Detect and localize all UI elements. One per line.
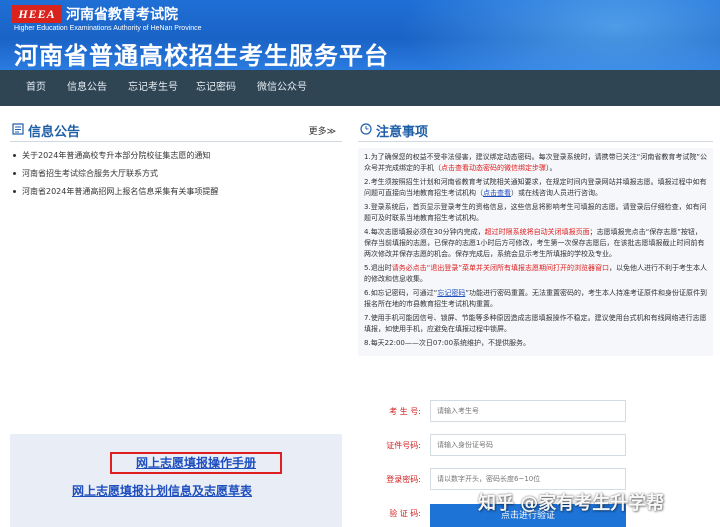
id-number-input[interactable]	[430, 434, 626, 456]
bullet-icon	[13, 190, 16, 193]
site-header: HEEA 河南省教育考试院 Higher Education Examinati…	[0, 0, 720, 70]
list-item: 3.登录系统后，首页显示登录考生的资格信息，这些信息将影响考生可填报的志愿。请登…	[364, 202, 707, 224]
notice-number: 6.	[364, 289, 371, 297]
wechat-binding-link[interactable]: 点击查看动态密码的微信绑定步骤	[441, 164, 546, 172]
nav-home[interactable]: 首页	[26, 70, 46, 106]
notice-title: 注意事项	[376, 125, 429, 140]
bullet-icon	[13, 172, 16, 175]
notice-text: 每次志愿填报必须在30分钟内完成，	[370, 228, 485, 236]
institution-name-en: Higher Education Examinations Authority …	[14, 25, 202, 32]
notice-text: 每天22:00——次日07:00系统维护，不提供服务。	[370, 339, 531, 347]
operation-manual-link[interactable]: 网上志愿填报操作手册	[110, 452, 282, 474]
candidate-number-row: 考 生 号:	[358, 396, 713, 430]
list-item: 7.使用手机可能因信号、锁屏、节能等多种原因造成志愿填报操作不稳定。建议使用台式…	[364, 313, 707, 335]
nav-wechat-account[interactable]: 微信公众号	[257, 70, 307, 106]
notice-header: 注意事项	[358, 120, 713, 142]
list-item: 1.为了确保您的权益不受非法侵害，建议绑定动态密码。每次登录系统时，请携带已关注…	[364, 152, 707, 174]
nav-forgot-password[interactable]: 忘记密码	[196, 70, 236, 106]
more-link[interactable]: 更多≫	[309, 124, 336, 137]
notice-warning: 超过时限系统将自动关闭填报页面	[484, 228, 590, 236]
list-item[interactable]: 关于2024年普通高校专升本部分院校征集志愿的通知	[10, 150, 342, 162]
announcements-title: 信息公告	[28, 125, 81, 140]
announcement-text[interactable]: 河南省2024年普通高招网上报名信息采集有关事项提醒	[22, 187, 218, 196]
notice-text: 如忘记密码，可通过“	[370, 289, 438, 297]
password-input[interactable]	[430, 468, 626, 490]
plan-info-link[interactable]: 网上志愿填报计划信息及志愿草表	[72, 482, 252, 499]
nav-announcements[interactable]: 信息公告	[67, 70, 107, 106]
announcements-header: 信息公告 更多≫	[10, 120, 342, 142]
platform-title: 河南省普通高校招生考生服务平台	[14, 42, 389, 70]
notice-text: 使用手机可能因信号、锁屏、节能等多种原因造成志愿填报操作不稳定。建议使用台式机和…	[364, 314, 707, 333]
notice-number: 8.	[364, 339, 371, 347]
list-item: 6.如忘记密码，可通过“忘记密码”功能进行密码重置。无法重置密码的，考生本人持准…	[364, 288, 707, 310]
main-nav: 首页 信息公告 忘记考生号 忘记密码 微信公众号	[0, 70, 720, 106]
announcements-panel: 信息公告 更多≫ 关于2024年普通高校专升本部分院校征集志愿的通知 河南省招生…	[10, 120, 342, 204]
id-number-row: 证件号码:	[358, 430, 713, 464]
password-label: 登录密码:	[386, 475, 421, 484]
main-content: 信息公告 更多≫ 关于2024年普通高校专升本部分院校征集志愿的通知 河南省招生…	[0, 106, 720, 527]
list-item: 4.每次志愿填报必须在30分钟内完成，超过时限系统将自动关闭填报页面；志愿填报完…	[364, 227, 707, 260]
notice-panel: 注意事项 1.为了确保您的权益不受非法侵害，建议绑定动态密码。每次登录系统时，请…	[358, 120, 713, 356]
notice-number: 4.	[364, 228, 371, 236]
watermark-text: 知乎 @家有考生升学帮	[478, 493, 665, 514]
notice-list: 1.为了确保您的权益不受非法侵害，建议绑定动态密码。每次登录系统时，请携带已关注…	[358, 148, 713, 356]
institution-logo[interactable]: HEEA	[12, 5, 62, 23]
notice-text: 退出时	[370, 264, 392, 272]
notice-number: 7.	[364, 314, 371, 322]
institution-name: 河南省教育考试院	[66, 7, 178, 23]
forgot-password-link[interactable]: 忘记密码	[437, 289, 465, 297]
list-item: 2.考生须按照招生计划和河南省教育考试院相关通知要求，在规定时间内登录网站并填报…	[364, 177, 707, 199]
notice-text: ）。	[546, 164, 557, 172]
candidate-number-label: 考 生 号:	[389, 407, 421, 416]
announcement-list: 关于2024年普通高校专升本部分院校征集志愿的通知 河南省招生考试综合服务大厅联…	[10, 150, 342, 198]
notice-text: ）或在线咨询人员进行咨询。	[511, 189, 602, 197]
list-item: 8.每天22:00——次日07:00系统维护，不提供服务。	[364, 338, 707, 349]
view-contacts-link[interactable]: 点击查看	[483, 189, 511, 197]
announcement-text[interactable]: 关于2024年普通高校专升本部分院校征集志愿的通知	[22, 151, 210, 160]
notice-number: 5.	[364, 264, 371, 272]
bullet-icon	[13, 154, 16, 157]
notice-number: 1.	[364, 153, 371, 161]
notice-number: 3.	[364, 203, 371, 211]
nav-forgot-candidate-number[interactable]: 忘记考生号	[128, 70, 178, 106]
notice-number: 2.	[364, 178, 371, 186]
list-item[interactable]: 河南省2024年普通高招网上报名信息采集有关事项提醒	[10, 186, 342, 198]
candidate-number-input[interactable]	[430, 400, 626, 422]
captcha-label: 验 证 码:	[389, 509, 421, 518]
clock-icon	[360, 123, 372, 135]
id-number-label: 证件号码:	[386, 441, 421, 450]
announcement-text[interactable]: 河南省招生考试综合服务大厅联系方式	[22, 169, 158, 178]
list-item[interactable]: 河南省招生考试综合服务大厅联系方式	[10, 168, 342, 180]
list-item: 5.退出时请务必点击“退出登录”菜单并关闭所有填报志愿期间打开的浏览器窗口，以免…	[364, 263, 707, 285]
header-glow	[400, 0, 720, 70]
notice-warning: 请务必点击“退出登录”菜单并关闭所有填报志愿期间打开的浏览器窗口	[391, 264, 609, 272]
manual-box: 网上志愿填报操作手册 网上志愿填报计划信息及志愿草表	[10, 434, 342, 527]
notice-text: 登录系统后，首页显示登录考生的资格信息，这些信息将影响考生可填报的志愿。请登录后…	[364, 203, 707, 222]
document-icon	[12, 123, 24, 135]
